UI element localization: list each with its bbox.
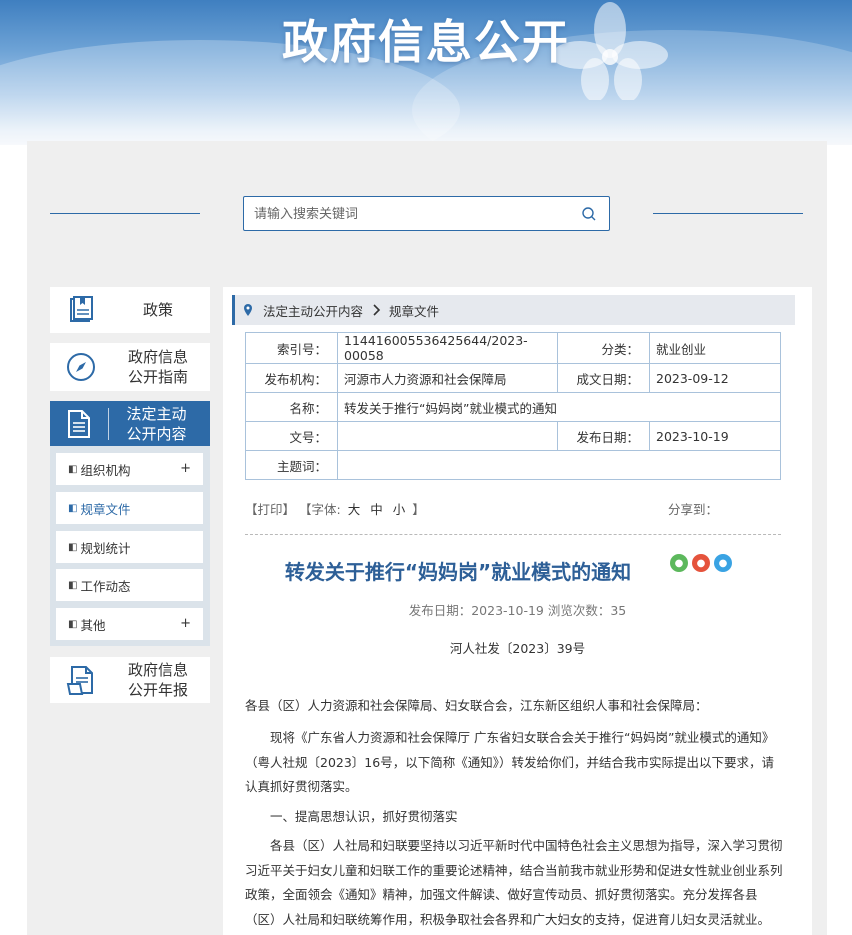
- search-divider-left: [50, 213, 200, 214]
- subnav-item-news[interactable]: ◧ 工作动态: [56, 569, 203, 601]
- report-icon: [66, 666, 93, 695]
- subnav-label: 组织机构: [80, 462, 131, 478]
- meta-value: 2023-10-19: [649, 421, 781, 451]
- subnav-item-planning[interactable]: ◧ 规划统计: [56, 531, 203, 563]
- meta-value: 就业创业: [649, 332, 781, 364]
- nav-item-label: 政府信息 公开指南: [127, 348, 188, 386]
- table-row: 名称： 转发关于推行“妈妈岗”就业模式的通知: [245, 392, 781, 422]
- expand-plus-icon[interactable]: +: [180, 616, 191, 631]
- breadcrumb-current: 规章文件: [389, 303, 440, 319]
- location-pin-icon: [244, 304, 252, 316]
- nav-item-label: 法定主动 公开内容: [126, 404, 187, 443]
- share-icons: ● ● ●: [670, 554, 732, 572]
- font-size-suffix: 】: [412, 502, 425, 517]
- article-toolbar: 【打印】 【字体: 大 中 小 】: [245, 499, 425, 518]
- meta-label: 成文日期：: [557, 363, 650, 393]
- print-button[interactable]: 【打印】: [245, 502, 295, 517]
- article-paragraph: 现将《广东省人力资源和社会保障厅 广东省妇女联合会关于推行“妈妈岗”就业模式的通…: [245, 730, 775, 794]
- search-box[interactable]: [243, 196, 610, 231]
- table-row: 主题词：: [245, 450, 781, 480]
- compass-icon: [67, 353, 95, 381]
- breadcrumb: 法定主动公开内容 规章文件: [232, 295, 795, 325]
- nav-item-policy[interactable]: 政策: [50, 287, 210, 333]
- meta-label: 发布日期：: [557, 421, 650, 451]
- table-row: 发布机构： 河源市人力资源和社会保障局 成文日期： 2023-09-12: [245, 363, 781, 393]
- doc-icon: ◧: [68, 541, 78, 553]
- meta-label: 发布机构：: [245, 363, 338, 393]
- doc-icon: ◧: [68, 463, 78, 475]
- banner-title: 政府信息公开: [282, 15, 570, 69]
- weibo-icon[interactable]: ●: [692, 554, 710, 572]
- meta-value: 河源市人力资源和社会保障局: [337, 363, 558, 393]
- article-paragraph: 各县（区）人力资源和社会保障局、妇女联合会，江东新区组织人事和社会保障局：: [245, 698, 708, 713]
- subnav-label: 工作动态: [80, 578, 131, 594]
- search-icon[interactable]: [581, 206, 597, 222]
- meta-label: 索引号：: [245, 332, 338, 364]
- subnav-label: 规章文件: [80, 501, 131, 517]
- meta-label: 主题词：: [245, 450, 338, 480]
- article-info: 发布日期：2023-10-19 浏览次数：35: [408, 603, 627, 618]
- subnav-label: 其他: [80, 617, 106, 633]
- nav-item-guide[interactable]: 政府信息 公开指南: [50, 343, 210, 391]
- meta-value: 2023-09-12: [649, 363, 781, 393]
- header-banner: 政府信息公开: [0, 0, 852, 145]
- doc-icon: ◧: [68, 618, 78, 630]
- meta-label: 文号：: [245, 421, 338, 451]
- font-large-button[interactable]: 大: [348, 502, 361, 517]
- meta-value: 转发关于推行“妈妈岗”就业模式的通知: [337, 392, 781, 422]
- divider: [245, 534, 781, 535]
- subnav-item-regulations[interactable]: ◧ 规章文件: [56, 492, 203, 524]
- article-paragraph: 各县（区）人社局和妇联要坚持以习近平新时代中国特色社会主义思想为指导，深入学习贯…: [245, 838, 783, 927]
- meta-value: [337, 450, 781, 480]
- book-icon: [70, 296, 93, 322]
- subnav-label: 规划统计: [80, 540, 131, 556]
- table-row: 索引号： 114416005536425644/2023-00058 分类： 就…: [245, 332, 781, 364]
- nav-item-label: 政策: [142, 301, 173, 319]
- meta-value: 114416005536425644/2023-00058: [337, 332, 558, 364]
- search-input[interactable]: [254, 204, 564, 224]
- table-row: 文号： 发布日期： 2023-10-19: [245, 421, 781, 451]
- doc-icon: ◧: [68, 502, 78, 514]
- doc-icon: ◧: [68, 579, 78, 591]
- wechat-icon[interactable]: ●: [670, 554, 688, 572]
- article-title: 转发关于推行“妈妈岗”就业模式的通知: [284, 560, 632, 584]
- search-divider-right: [653, 213, 803, 214]
- subnav-item-other[interactable]: ◧ 其他 +: [56, 608, 203, 640]
- meta-label: 分类：: [557, 332, 650, 364]
- nav-item-active-content[interactable]: 法定主动 公开内容: [50, 401, 210, 446]
- chevron-right-icon: [373, 304, 381, 316]
- article-paragraph: 一、提高思想认识，抓好贯彻落实: [270, 809, 458, 824]
- expand-plus-icon[interactable]: +: [180, 461, 191, 476]
- share-label: 分享到：: [668, 502, 719, 517]
- font-small-button[interactable]: 小: [393, 502, 406, 517]
- metadata-table: 索引号： 114416005536425644/2023-00058 分类： 就…: [245, 332, 781, 480]
- document-icon: [68, 409, 90, 438]
- qq-icon[interactable]: ●: [714, 554, 732, 572]
- subnav-item-organization[interactable]: ◧ 组织机构 +: [56, 453, 203, 485]
- document-number: 河人社发〔2023〕39号: [449, 641, 586, 656]
- nav-item-annual-report[interactable]: 政府信息 公开年报: [50, 657, 210, 703]
- meta-value: [337, 421, 558, 451]
- nav-item-label: 政府信息 公开年报: [127, 661, 188, 699]
- font-size-label: 【字体:: [299, 502, 341, 517]
- breadcrumb-link[interactable]: 法定主动公开内容: [263, 301, 363, 320]
- font-medium-button[interactable]: 中: [370, 502, 383, 517]
- meta-label: 名称：: [245, 392, 338, 422]
